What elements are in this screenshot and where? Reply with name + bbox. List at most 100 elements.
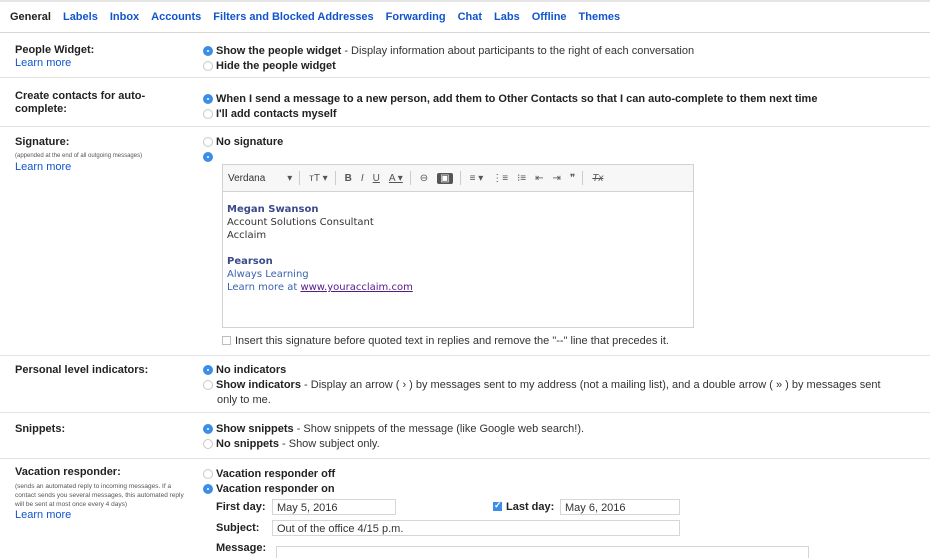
- message-label: Message:: [216, 542, 267, 554]
- people-widget-show-option[interactable]: Show the people widget - Display informa…: [203, 44, 694, 59]
- snippets-show-option[interactable]: Show snippets - Show snippets of the mes…: [203, 422, 584, 437]
- first-day-input[interactable]: May 5, 2016: [272, 499, 396, 515]
- indicators-none-option[interactable]: No indicators: [203, 363, 881, 378]
- people-widget-hide-option[interactable]: Hide the people widget: [203, 59, 694, 74]
- snippets-options: Show snippets - Show snippets of the mes…: [203, 422, 584, 452]
- last-day-input[interactable]: May 6, 2016: [560, 499, 680, 515]
- vacation-title: Vacation responder:: [15, 466, 121, 478]
- radio-selected-icon[interactable]: [203, 46, 213, 56]
- tab-themes[interactable]: Themes: [579, 11, 621, 29]
- subject-label: Subject:: [216, 522, 260, 534]
- editor-toolbar: Verdana ▾ тT ▾ B I U A ▾ ⊖ ▣ ≡ ▾ ⋮≡ ⁝≡ ⇤…: [223, 165, 693, 192]
- create-contacts-manual-option[interactable]: I'll add contacts myself: [203, 107, 817, 122]
- vacation-on-option[interactable]: Vacation responder on: [203, 482, 335, 497]
- people-widget-learn-more[interactable]: Learn more: [15, 57, 94, 70]
- signature-title-line: Account Solutions Consultant: [227, 217, 374, 228]
- signature-options: No signature: [203, 135, 283, 165]
- signature-link[interactable]: www.youracclaim.com: [300, 282, 412, 293]
- vacation-options: Vacation responder off Vacation responde…: [203, 467, 335, 497]
- image-icon[interactable]: ▣: [437, 172, 453, 184]
- align-icon[interactable]: ≡ ▾: [470, 173, 484, 184]
- tab-general[interactable]: General: [10, 11, 51, 29]
- font-dropdown-caret-icon[interactable]: ▾: [287, 173, 292, 184]
- tab-chat[interactable]: Chat: [458, 11, 482, 29]
- clear-formatting-icon[interactable]: Tx: [592, 173, 603, 184]
- numbered-list-icon[interactable]: ⋮≡: [492, 173, 508, 184]
- tab-inbox[interactable]: Inbox: [110, 11, 139, 29]
- signature-name: Megan Swanson: [227, 204, 319, 215]
- radio-icon[interactable]: [203, 469, 213, 479]
- people-widget-title: People Widget:: [15, 44, 95, 56]
- signature-label: Signature: (appended at the end of all o…: [15, 136, 195, 174]
- signature-subtext: (appended at the end of all outgoing mes…: [15, 153, 143, 159]
- message-input[interactable]: [276, 546, 809, 558]
- vacation-label: Vacation responder: (sends an automated …: [15, 466, 193, 522]
- checkbox-icon[interactable]: [222, 336, 231, 345]
- font-select[interactable]: Verdana: [228, 173, 265, 184]
- radio-icon[interactable]: [203, 137, 213, 147]
- indent-less-icon[interactable]: ⇤: [535, 173, 543, 184]
- create-contacts-label: Create contacts for auto-complete:: [15, 90, 146, 115]
- snippets-none-option[interactable]: No snippets - Show subject only.: [203, 437, 584, 452]
- signature-editor[interactable]: Verdana ▾ тT ▾ B I U A ▾ ⊖ ▣ ≡ ▾ ⋮≡ ⁝≡ ⇤…: [222, 164, 694, 328]
- signature-org: Pearson: [227, 256, 273, 267]
- signature-learn-more[interactable]: Learn more: [15, 161, 195, 174]
- toolbar-divider: [459, 171, 461, 185]
- create-contacts-options: When I send a message to a new person, a…: [203, 92, 817, 122]
- vacation-section: Vacation responder: (sends an automated …: [0, 459, 930, 555]
- snippets-label: Snippets:: [15, 423, 66, 435]
- indicators-show-desc-cont: only to me.: [217, 394, 271, 406]
- radio-selected-icon[interactable]: [203, 152, 213, 162]
- tab-filters[interactable]: Filters and Blocked Addresses: [213, 11, 373, 29]
- radio-icon[interactable]: [203, 380, 213, 390]
- last-day-field[interactable]: Last day:: [493, 500, 555, 513]
- checkbox-checked-icon[interactable]: [493, 500, 502, 511]
- radio-selected-icon[interactable]: [203, 484, 213, 494]
- tab-offline[interactable]: Offline: [532, 11, 567, 29]
- last-day-label: Last day:: [506, 501, 555, 513]
- text-color-icon[interactable]: A ▾: [389, 173, 403, 184]
- create-contacts-auto-option[interactable]: When I send a message to a new person, a…: [203, 92, 817, 107]
- tab-forwarding[interactable]: Forwarding: [386, 11, 446, 29]
- create-contacts-section: Create contacts for auto-complete: When …: [0, 78, 930, 127]
- quote-icon[interactable]: ❞: [570, 173, 575, 184]
- tab-labels[interactable]: Labels: [63, 11, 98, 29]
- radio-selected-icon[interactable]: [203, 424, 213, 434]
- bold-icon[interactable]: B: [345, 173, 352, 184]
- radio-selected-icon[interactable]: [203, 94, 213, 104]
- toolbar-divider: [299, 171, 301, 185]
- subject-input[interactable]: Out of the office 4/15 p.m.: [272, 520, 680, 536]
- vacation-learn-more[interactable]: Learn more: [15, 509, 193, 522]
- toolbar-divider: [409, 171, 411, 185]
- signature-spacer: [227, 242, 413, 255]
- indicators-show-option[interactable]: Show indicators - Display an arrow ( › )…: [203, 378, 881, 393]
- link-icon[interactable]: ⊖: [420, 173, 428, 184]
- signature-company: Acclaim: [227, 230, 267, 241]
- signature-title: Signature:: [15, 136, 70, 148]
- first-day-label: First day:: [216, 501, 266, 513]
- signature-none-option[interactable]: No signature: [203, 135, 283, 150]
- radio-selected-icon[interactable]: [203, 365, 213, 375]
- tab-accounts[interactable]: Accounts: [151, 11, 201, 29]
- radio-icon[interactable]: [203, 109, 213, 119]
- tab-labs[interactable]: Labs: [494, 11, 520, 29]
- top-edge: [0, 0, 930, 2]
- radio-icon[interactable]: [203, 61, 213, 71]
- font-size-icon[interactable]: тT ▾: [309, 173, 327, 184]
- indent-more-icon[interactable]: ⇥: [553, 173, 561, 184]
- signature-learn-line: Learn more at www.youracclaim.com: [227, 282, 413, 293]
- bulleted-list-icon[interactable]: ⁝≡: [517, 173, 526, 184]
- snippets-section: Snippets: Show snippets - Show snippets …: [0, 413, 930, 459]
- italic-icon[interactable]: I: [361, 173, 364, 184]
- people-widget-label: People Widget: Learn more: [15, 44, 94, 70]
- vacation-off-option[interactable]: Vacation responder off: [203, 467, 335, 482]
- personal-level-section: Personal level indicators: No indicators…: [0, 356, 930, 413]
- underline-icon[interactable]: U: [373, 173, 380, 184]
- settings-tabs: General Labels Inbox Accounts Filters an…: [10, 11, 632, 29]
- signature-content: Megan Swanson Account Solutions Consulta…: [227, 203, 413, 294]
- people-widget-section: People Widget: Learn more Show the peopl…: [0, 33, 930, 78]
- insert-before-quoted-option[interactable]: Insert this signature before quoted text…: [222, 335, 669, 347]
- signature-custom-option[interactable]: [203, 150, 283, 165]
- radio-icon[interactable]: [203, 439, 213, 449]
- personal-level-label: Personal level indicators:: [15, 364, 149, 376]
